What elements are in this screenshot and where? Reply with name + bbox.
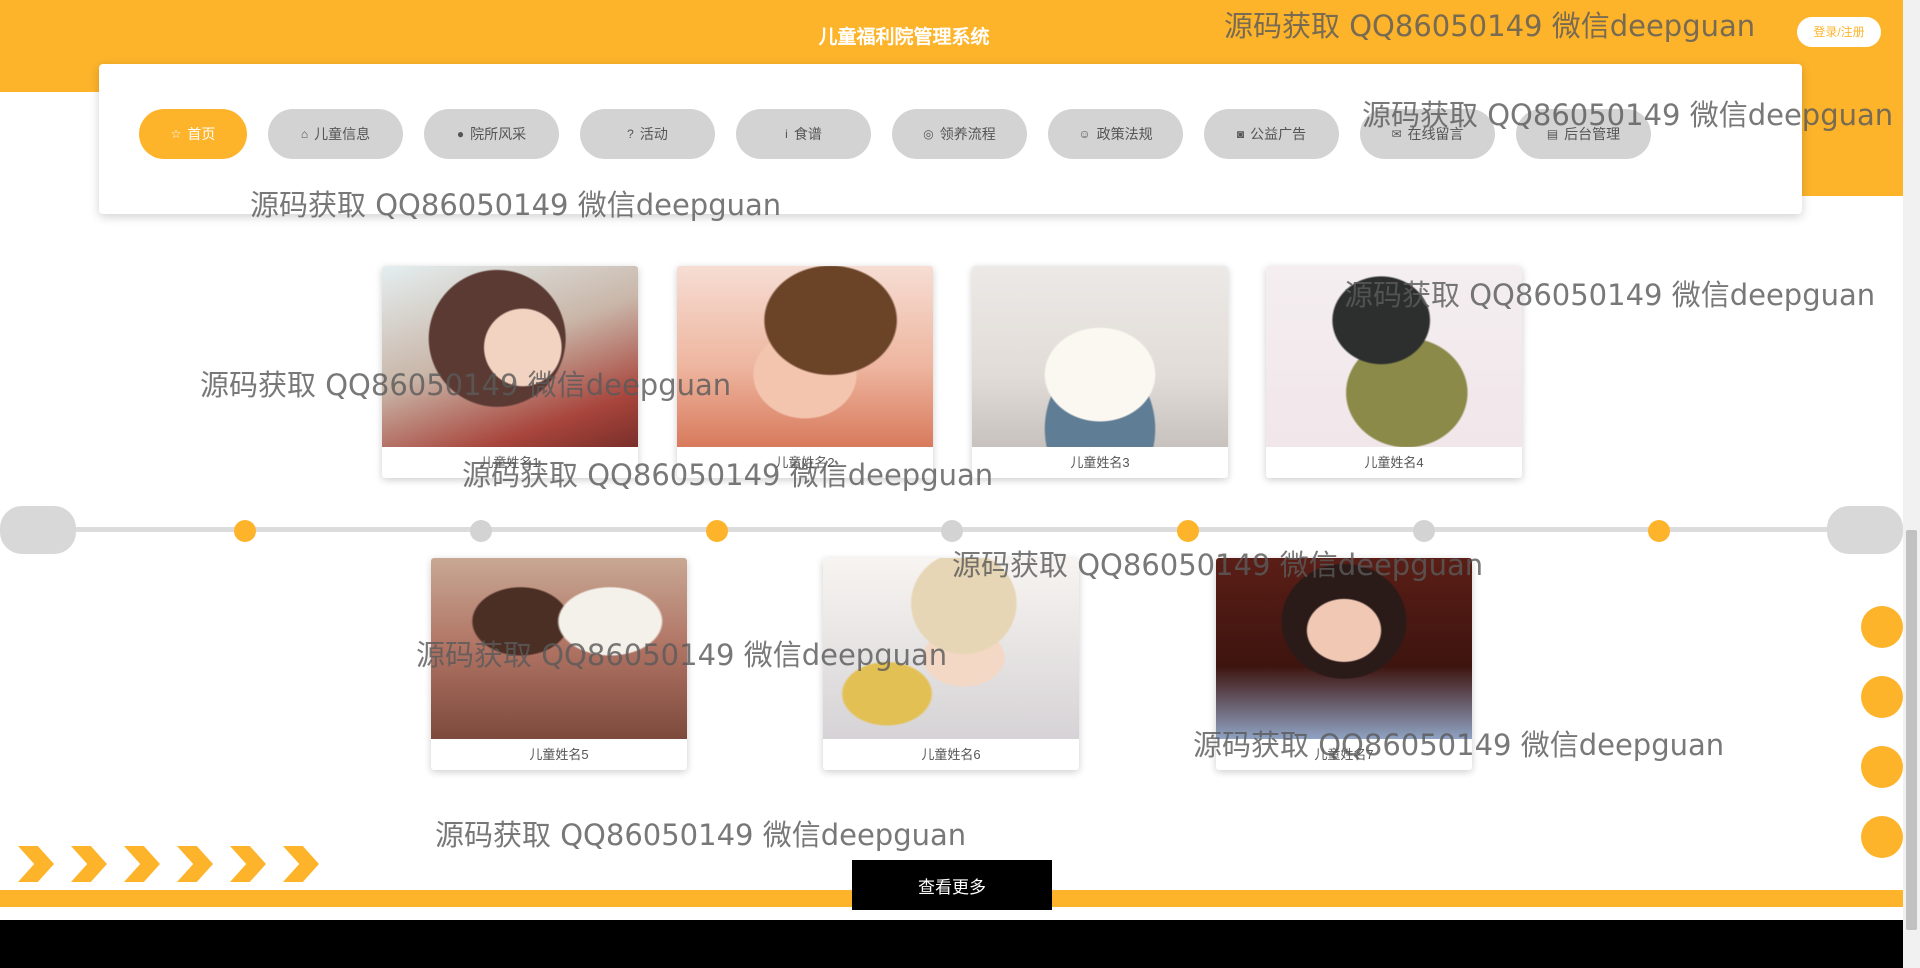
nav-item-label: 领养流程 xyxy=(939,126,996,142)
side-float-button[interactable] xyxy=(1861,606,1903,648)
nav-item-label: 政策法规 xyxy=(1096,126,1153,142)
child-card[interactable]: 儿童姓名3 xyxy=(972,266,1228,478)
side-float-button[interactable] xyxy=(1861,746,1903,788)
timeline-dot xyxy=(941,520,963,542)
message-icon: ✉ xyxy=(1391,127,1402,141)
scrollbar-thumb[interactable] xyxy=(1906,530,1917,930)
timeline-dot xyxy=(234,520,256,542)
child-name: 儿童姓名5 xyxy=(529,747,589,762)
nav-item-policies[interactable]: ☺ 政策法规 xyxy=(1048,109,1183,159)
footer xyxy=(0,920,1903,968)
child-name: 儿童姓名4 xyxy=(1364,455,1424,470)
chevron-right-icon xyxy=(230,846,266,882)
timeline-dot xyxy=(1648,520,1670,542)
child-card[interactable]: 儿童姓名2 xyxy=(677,266,933,478)
nav-item-label: 后台管理 xyxy=(1564,126,1621,142)
site-title: 儿童福利院管理系统 xyxy=(818,27,990,48)
child-card[interactable]: 儿童姓名5 xyxy=(431,558,687,770)
child-name: 儿童姓名3 xyxy=(1070,455,1130,470)
chevron-right-icon xyxy=(283,846,319,882)
child-card[interactable]: 儿童姓名6 xyxy=(823,558,1079,770)
nav-item-label: 食谱 xyxy=(793,126,822,142)
child-card[interactable]: 儿童姓名7 xyxy=(1216,558,1472,770)
nav-item-label: 院所风采 xyxy=(470,126,527,142)
nav-item-label: 儿童信息 xyxy=(314,126,371,142)
alert-icon: ● xyxy=(456,127,465,141)
child-photo xyxy=(431,558,687,739)
nav-item-institute-gallery[interactable]: ● 院所风采 xyxy=(424,109,559,159)
nav-item-activities[interactable]: ? 活动 xyxy=(580,109,715,159)
nav-item-admin[interactable]: ▤ 后台管理 xyxy=(1516,109,1651,159)
timeline-dot xyxy=(1177,520,1199,542)
chevron-right-icon xyxy=(71,846,107,882)
nav-item-recipes[interactable]: i 食谱 xyxy=(736,109,871,159)
child-card[interactable]: 儿童姓名1 xyxy=(382,266,638,478)
side-float-button[interactable] xyxy=(1861,676,1903,718)
chevron-right-icon xyxy=(18,846,54,882)
nav-menu: ☆ 首页 ⌂ 儿童信息 ● 院所风采 ? 活动 i 食谱 ◎ 领养流程 ☺ 政策… xyxy=(139,109,1672,159)
side-float-button[interactable] xyxy=(1861,816,1903,858)
child-photo xyxy=(1216,558,1472,739)
child-card[interactable]: 儿童姓名4 xyxy=(1266,266,1522,478)
view-more-button[interactable]: 查看更多 xyxy=(852,860,1052,910)
nav-item-label: 在线留言 xyxy=(1407,126,1464,142)
nav-item-home[interactable]: ☆ 首页 xyxy=(139,109,247,159)
smile-icon: ☺ xyxy=(1078,127,1091,141)
star-icon: ☆ xyxy=(170,127,182,141)
bag-icon: ⌂ xyxy=(300,127,309,141)
child-photo xyxy=(972,266,1228,447)
child-photo xyxy=(1266,266,1522,447)
nav-item-public-ads[interactable]: ◙ 公益广告 xyxy=(1204,109,1339,159)
camera-icon: ◙ xyxy=(1236,127,1245,141)
child-name: 儿童姓名2 xyxy=(775,455,835,470)
child-photo xyxy=(823,558,1079,739)
nav-item-label: 公益广告 xyxy=(1250,126,1307,142)
timeline-dot xyxy=(470,520,492,542)
child-name: 儿童姓名6 xyxy=(921,747,981,762)
question-icon: ? xyxy=(627,127,634,141)
login-register-button[interactable]: 登录/注册 xyxy=(1797,17,1881,47)
watermark-text: 源码获取 QQ86050149 微信deepguan xyxy=(435,818,967,852)
chevron-right-icon xyxy=(124,846,160,882)
nav-item-label: 首页 xyxy=(187,126,216,142)
nav-item-label: 活动 xyxy=(639,126,668,142)
timeline-left-cap xyxy=(0,506,76,554)
info-icon: i xyxy=(785,127,788,141)
chevron-right-icon xyxy=(177,846,213,882)
header-band-decoration xyxy=(1800,92,1903,196)
nav-item-online-messages[interactable]: ✉ 在线留言 xyxy=(1360,109,1495,159)
child-photo xyxy=(677,266,933,447)
timeline-dot xyxy=(706,520,728,542)
target-icon: ◎ xyxy=(923,127,934,141)
nav-panel: ☆ 首页 ⌂ 儿童信息 ● 院所风采 ? 活动 i 食谱 ◎ 领养流程 ☺ 政策… xyxy=(99,64,1802,214)
nav-item-children-info[interactable]: ⌂ 儿童信息 xyxy=(268,109,403,159)
timeline-dot xyxy=(1413,520,1435,542)
child-photo xyxy=(382,266,638,447)
briefcase-icon: ▤ xyxy=(1546,127,1559,141)
nav-item-adoption-process[interactable]: ◎ 领养流程 xyxy=(892,109,1027,159)
child-name: 儿童姓名1 xyxy=(480,455,540,470)
child-name: 儿童姓名7 xyxy=(1314,747,1374,762)
timeline-right-cap xyxy=(1827,506,1903,554)
